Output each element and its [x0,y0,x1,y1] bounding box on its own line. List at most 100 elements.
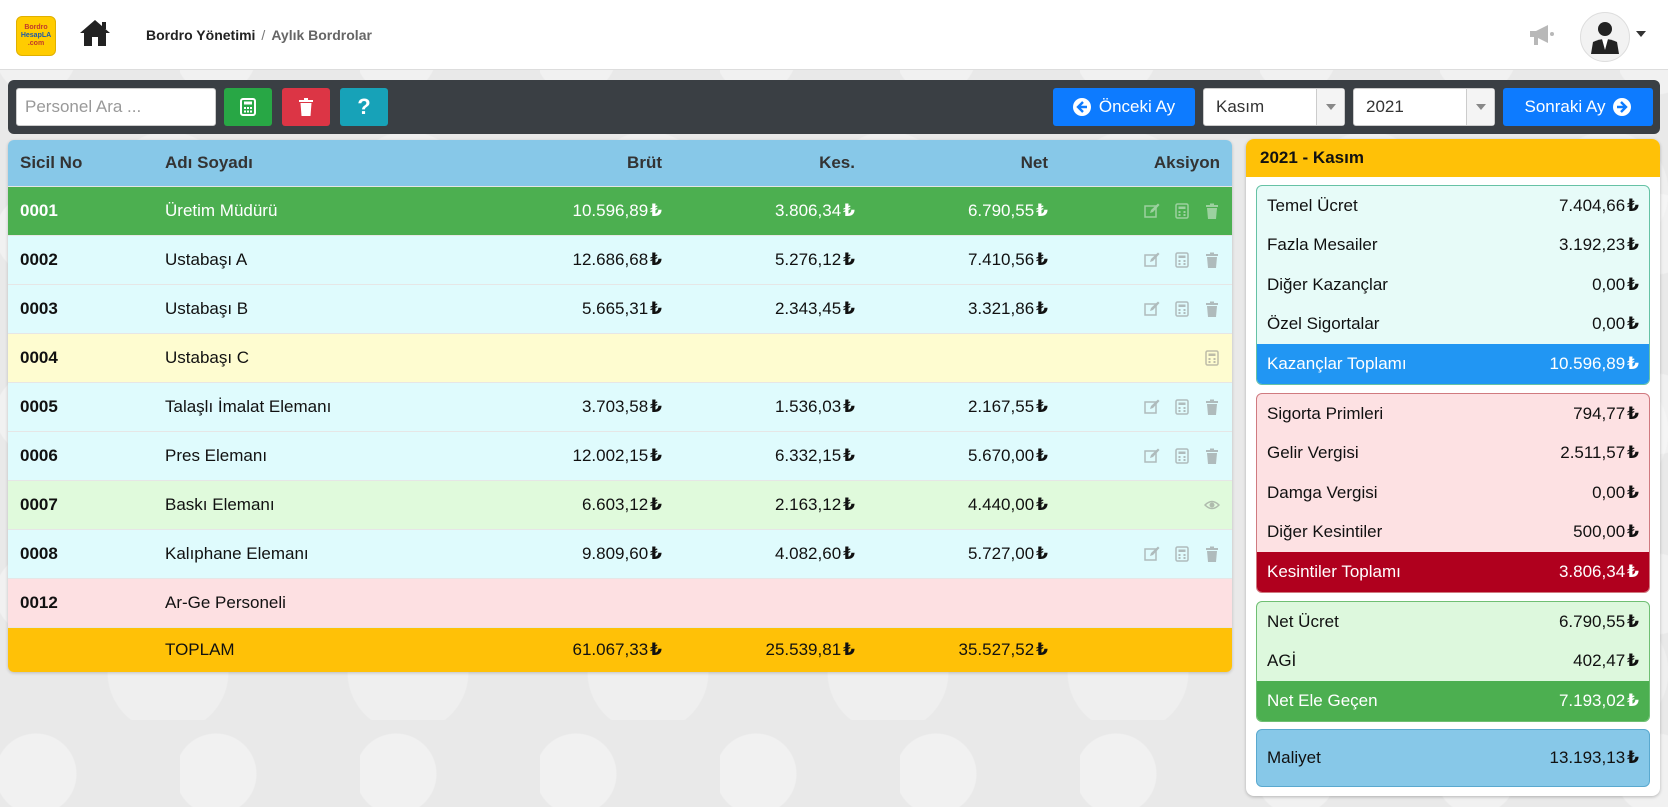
cell-name: Üretim Müdürü [165,201,278,220]
calculator-icon[interactable] [1174,301,1190,317]
cell-net: 4.440,00 ₺ [967,495,1048,514]
cell-actions [1048,481,1221,529]
table-row[interactable]: 0006 Pres Elemanı 12.002,15 ₺ 6.332,15 ₺ 5.670… [8,432,1232,481]
summary-row-agi: AGİ 402,47 ₺ [1267,651,1639,671]
top-bar: Bordro HesapLA .com Bordro Yönetimi / Aylı… [0,0,1668,70]
cell-brut [448,579,662,627]
cell-actions [1048,236,1220,284]
toolbar: ? Önceki Ay Kasım 2021 Sonraki Ay [8,80,1660,134]
edit-icon[interactable] [1144,301,1160,317]
cell-brut: 9.809,60 ₺ [581,544,662,563]
delete-button[interactable] [282,88,330,126]
summary-row-damga-vergisi: Damga Vergisi 0,00 ₺ [1267,482,1639,502]
summary-row-temel-ucret: Temel Ücret 7.404,66 ₺ [1267,195,1639,215]
calculate-button[interactable] [224,88,272,126]
table-total-row: TOPLAM 61.067,33 ₺ 25.539,81 ₺ 35.527,52 ₺ [8,628,1232,672]
trash-icon[interactable] [1204,203,1220,219]
summary-row-maliyet: Maliyet 13.193,13 ₺ [1267,748,1639,767]
cell-kes: 2.163,12 ₺ [774,495,855,514]
trash-icon[interactable] [1204,301,1220,317]
calculator-icon[interactable] [1174,203,1190,219]
calculator-icon[interactable] [1174,546,1190,562]
month-select[interactable]: Kasım [1203,88,1345,126]
personnel-search-input[interactable] [16,88,216,126]
column-header-kes[interactable]: Kes. [662,140,855,186]
net-box: Net Ücret 6.790,55 ₺ AGİ 402,47 ₺ Net Ele Ge… [1256,601,1650,722]
cell-kes [662,334,855,382]
next-month-button[interactable]: Sonraki Ay [1503,88,1653,126]
table-row[interactable]: 0005 Talaşlı İmalat Elemanı 3.703,58 ₺ 1.536… [8,383,1232,432]
cell-kes: 4.082,60 ₺ [774,544,855,563]
previous-month-button[interactable]: Önceki Ay [1053,88,1195,126]
home-icon[interactable] [78,18,112,48]
calculator-icon[interactable] [1174,252,1190,268]
cell-actions [1048,187,1220,235]
edit-icon[interactable] [1144,448,1160,464]
column-header-brut[interactable]: Brüt [448,140,662,186]
table-row[interactable]: 0004 Ustabaşı C [8,334,1232,383]
payroll-table: Sicil No Adı Soyadı Brüt Kes. Net Aksiyo… [8,140,1232,672]
cell-kes [662,579,855,627]
question-icon: ? [357,94,371,119]
cell-name: Ustabaşı B [165,299,249,318]
chevron-down-icon[interactable] [1636,31,1646,37]
breadcrumb-current: Aylık Bordrolar [271,27,372,43]
earnings-box: Temel Ücret 7.404,66 ₺ Fazla Mesailer 3.192… [1256,185,1650,385]
edit-icon[interactable] [1144,546,1160,562]
cell-actions [1048,432,1220,480]
arrow-right-circle-icon [1613,98,1632,116]
trash-icon[interactable] [1204,546,1220,562]
cell-net [855,334,1048,382]
cell-net: 6.790,55 ₺ [967,201,1048,220]
calculator-icon[interactable] [1174,448,1190,464]
table-row[interactable]: 0002 Ustabaşı A 12.686,68 ₺ 5.276,12 ₺ 7.410,5… [8,236,1232,285]
chevron-down-icon [1466,89,1494,125]
table-row[interactable]: 0001 Üretim Müdürü 10.596,89 ₺ 3.806,34 ₺ 6.79… [8,187,1232,236]
trash-icon[interactable] [1204,399,1220,415]
table-body: 0001 Üretim Müdürü 10.596,89 ₺ 3.806,34 ₺ 6.79… [8,187,1232,628]
cell-name: Kalıphane Elemanı [165,544,309,563]
year-select[interactable]: 2021 [1353,88,1495,126]
summary-panel: 2021 - Kasım Temel Ücret 7.404,66 ₺ Fazla … [1246,139,1660,796]
cell-actions [1048,579,1220,627]
edit-icon[interactable] [1144,399,1160,415]
user-icon [1591,22,1619,54]
user-avatar[interactable] [1580,12,1630,62]
edit-icon[interactable] [1144,203,1160,219]
megaphone-icon[interactable] [1528,22,1556,48]
cell-name: Ustabaşı C [165,348,250,367]
total-kes: 25.539,81 ₺ [765,640,855,659]
table-row[interactable]: 0003 Ustabaşı B 5.665,31 ₺ 2.343,45 ₺ 3.321,86… [8,285,1232,334]
cell-brut: 12.686,68 ₺ [572,250,662,269]
breadcrumb-root[interactable]: Bordro Yönetimi [146,27,255,43]
help-button[interactable]: ? [340,88,388,126]
cell-sicil: 0004 [20,348,58,367]
eye-icon[interactable] [1203,497,1221,513]
cell-kes: 5.276,12 ₺ [774,250,855,269]
cell-name: Ustabaşı A [165,250,248,269]
cell-kes: 2.343,45 ₺ [774,299,855,318]
table-row[interactable]: 0007 Baskı Elemanı 6.603,12 ₺ 2.163,12 ₺ 4.440… [8,481,1232,530]
column-header-sicil[interactable]: Sicil No [20,140,150,186]
cell-net: 7.410,56 ₺ [967,250,1048,269]
cell-sicil: 0001 [20,201,58,220]
calculator-icon[interactable] [1204,350,1220,366]
total-brut: 61.067,33 ₺ [572,640,662,659]
edit-icon[interactable] [1144,252,1160,268]
table-row[interactable]: 0012 Ar-Ge Personeli [8,579,1232,628]
brand-logo[interactable]: Bordro HesapLA .com [16,16,56,56]
trash-icon[interactable] [1204,448,1220,464]
calculator-icon[interactable] [1174,399,1190,415]
cell-brut: 6.603,12 ₺ [581,495,662,514]
net-total: Net Ele Geçen 7.193,02 ₺ [1257,681,1649,721]
cell-kes: 6.332,15 ₺ [774,446,855,465]
cell-sicil: 0002 [20,250,58,269]
column-header-name[interactable]: Adı Soyadı [165,140,465,186]
summary-title: 2021 - Kasım [1246,139,1660,177]
table-row[interactable]: 0008 Kalıphane Elemanı 9.809,60 ₺ 4.082,60 ₺ 5… [8,530,1232,579]
trash-icon[interactable] [1204,252,1220,268]
cell-brut: 10.596,89 ₺ [572,201,662,220]
cell-sicil: 0006 [20,446,58,465]
trash-icon [299,98,313,116]
column-header-net[interactable]: Net [855,140,1048,186]
